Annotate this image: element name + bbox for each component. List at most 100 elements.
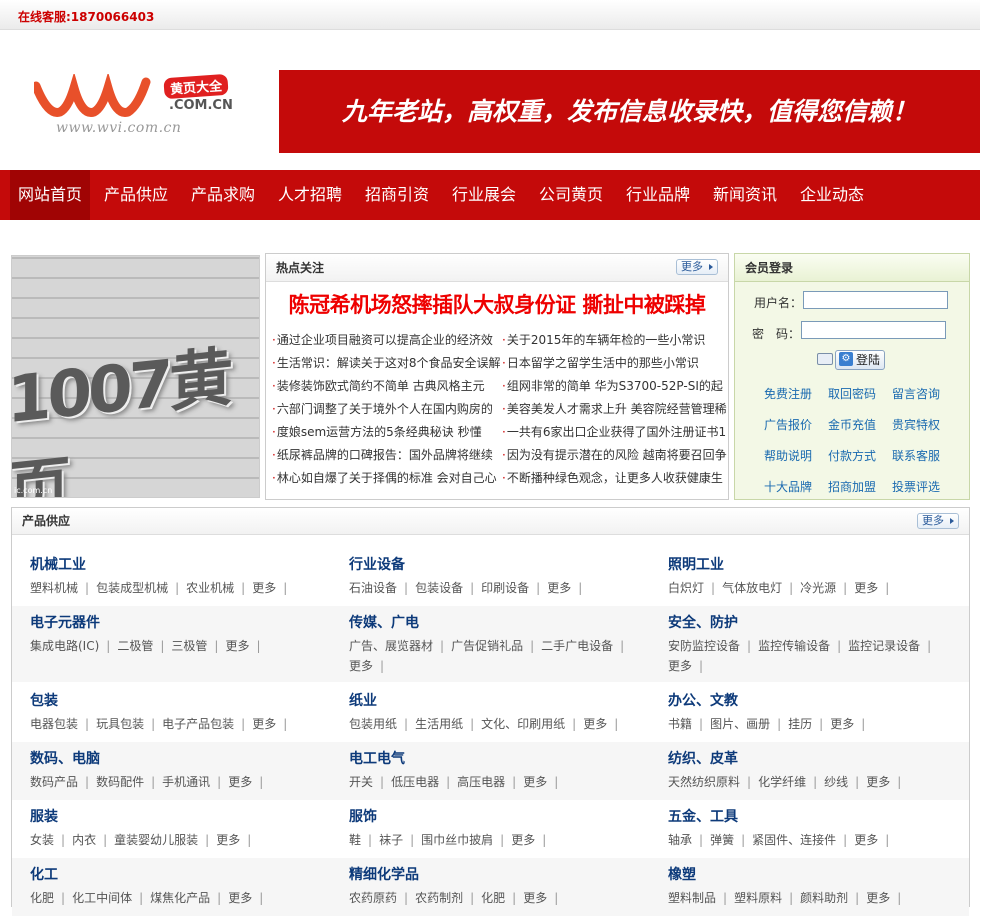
link-ad-price[interactable]: 广告报价 (764, 416, 812, 433)
subcategory-link[interactable]: 气体放电灯 (722, 578, 800, 598)
hot-more-button[interactable]: 更多 (676, 259, 718, 275)
subcategory-link[interactable]: 农药制剂 (415, 888, 481, 908)
subcategory-link[interactable]: 广告、展览器材 (349, 636, 451, 656)
subcategory-link[interactable]: 低压电器 (391, 772, 457, 792)
category-more-link[interactable]: 更多 (830, 714, 872, 734)
category-more-link[interactable]: 更多 (668, 656, 710, 676)
subcategory-link[interactable]: 二极管 (117, 636, 171, 656)
category-more-link[interactable]: 更多 (854, 830, 896, 850)
link-contact[interactable]: 联系客服 (892, 447, 940, 464)
subcategory-link[interactable]: 包装成型机械 (96, 578, 186, 598)
category-title[interactable]: 服装 (30, 806, 58, 826)
subcategory-link[interactable]: 三极管 (171, 636, 225, 656)
category-title[interactable]: 服饰 (349, 806, 377, 826)
nav-exhibitions[interactable]: 行业展会 (444, 170, 524, 220)
category-more-link[interactable]: 更多 (228, 772, 270, 792)
subcategory-link[interactable]: 内衣 (72, 830, 114, 850)
subcategory-link[interactable]: 开关 (349, 772, 391, 792)
subcategory-link[interactable]: 电器包装 (30, 714, 96, 734)
subcategory-link[interactable]: 印刷设备 (481, 578, 547, 598)
news-item[interactable]: 一共有6家出口企业获得了国外注册证书1 (502, 421, 730, 444)
subcategory-link[interactable]: 农药原药 (349, 888, 415, 908)
category-title[interactable]: 橡塑 (668, 864, 696, 884)
keyboard-icon[interactable] (817, 353, 833, 365)
category-title[interactable]: 纸业 (349, 690, 377, 710)
supply-more-button[interactable]: 更多 (917, 513, 959, 529)
nav-jobs[interactable]: 人才招聘 (270, 170, 350, 220)
category-title[interactable]: 电工电气 (349, 748, 405, 768)
subcategory-link[interactable]: 纱线 (824, 772, 866, 792)
category-more-link[interactable]: 更多 (866, 772, 908, 792)
category-title[interactable]: 机械工业 (30, 554, 86, 574)
subcategory-link[interactable]: 玩具包装 (96, 714, 162, 734)
category-title[interactable]: 数码、电脑 (30, 748, 100, 768)
news-item[interactable]: 装修装饰欧式简约不简单 古典风格主元 (272, 375, 500, 398)
headline-link[interactable]: 陈冠希机场怒摔插队大叔身份证 撕扯中被踩掉 (266, 289, 728, 319)
subcategory-link[interactable]: 监控传输设备 (758, 636, 848, 656)
link-help[interactable]: 帮助说明 (764, 447, 812, 464)
category-title[interactable]: 行业设备 (349, 554, 405, 574)
category-title[interactable]: 精细化学品 (349, 864, 419, 884)
site-logo[interactable]: 黄页大全 .COM.CN www.wvi.com.cn (31, 71, 244, 140)
news-item[interactable]: 美容美发人才需求上升 美容院经营管理稀 (502, 398, 730, 421)
category-more-link[interactable]: 更多 (523, 888, 565, 908)
category-title[interactable]: 纺织、皮革 (668, 748, 738, 768)
nav-purchase[interactable]: 产品求购 (183, 170, 263, 220)
subcategory-link[interactable]: 女装 (30, 830, 72, 850)
news-item[interactable]: 六部门调整了关于境外个人在国内购房的 (272, 398, 500, 421)
subcategory-link[interactable]: 化肥 (30, 888, 72, 908)
subcategory-link[interactable]: 塑料制品 (668, 888, 734, 908)
link-vip[interactable]: 贵宾特权 (892, 416, 940, 433)
news-item[interactable]: 纸尿裤品牌的口碑报告：国外品牌将继续 (272, 444, 500, 467)
category-title[interactable]: 安全、防护 (668, 612, 738, 632)
category-more-link[interactable]: 更多 (216, 830, 258, 850)
news-item[interactable]: 度娘sem运营方法的5条经典秘诀 秒懂 (272, 421, 500, 444)
nav-news[interactable]: 新闻资讯 (705, 170, 785, 220)
news-item[interactable]: 生活常识：解读关于这对8个食品安全误解 (272, 352, 500, 375)
link-message[interactable]: 留言咨询 (892, 385, 940, 402)
subcategory-link[interactable]: 数码配件 (96, 772, 162, 792)
subcategory-link[interactable]: 塑料原料 (734, 888, 800, 908)
subcategory-link[interactable]: 电子产品包装 (162, 714, 252, 734)
news-item[interactable]: 因为没有提示潜在的风险 越南将要召回争 (502, 444, 730, 467)
subcategory-link[interactable]: 石油设备 (349, 578, 415, 598)
nav-yellow-pages[interactable]: 公司黄页 (531, 170, 611, 220)
subcategory-link[interactable]: 化工中间体 (72, 888, 150, 908)
category-title[interactable]: 照明工业 (668, 554, 724, 574)
category-more-link[interactable]: 更多 (228, 888, 270, 908)
nav-investment[interactable]: 招商引资 (357, 170, 437, 220)
news-item[interactable]: 不断播种绿色观念，让更多人收获健康生 (502, 467, 730, 490)
subcategory-link[interactable]: 文化、印刷用纸 (481, 714, 583, 734)
category-title[interactable]: 办公、文教 (668, 690, 738, 710)
news-item[interactable]: 关于2015年的车辆年检的一些小常识 (502, 329, 730, 352)
link-register[interactable]: 免费注册 (764, 385, 812, 402)
subcategory-link[interactable]: 鞋 (349, 830, 379, 850)
subcategory-link[interactable]: 书籍 (668, 714, 710, 734)
subcategory-link[interactable]: 二手广电设备 (541, 636, 631, 656)
online-service-text[interactable]: 在线客服:1870066403 (18, 8, 154, 25)
subcategory-link[interactable]: 生活用纸 (415, 714, 481, 734)
category-title[interactable]: 传媒、广电 (349, 612, 419, 632)
subcategory-link[interactable]: 挂历 (788, 714, 830, 734)
subcategory-link[interactable]: 冷光源 (800, 578, 854, 598)
nav-brands[interactable]: 行业品牌 (618, 170, 698, 220)
news-item[interactable]: 日本留学之留学生活中的那些小常识 (502, 352, 730, 375)
subcategory-link[interactable]: 集成电路(IC) (30, 636, 117, 656)
category-more-link[interactable]: 更多 (547, 578, 589, 598)
password-input[interactable] (801, 321, 946, 339)
news-item[interactable]: 组网非常的简单 华为S3700-52P-SI的起 (502, 375, 730, 398)
news-item[interactable]: 通过企业项目融资可以提高企业的经济效 (272, 329, 500, 352)
category-more-link[interactable]: 更多 (252, 714, 294, 734)
subcategory-link[interactable]: 安防监控设备 (668, 636, 758, 656)
subcategory-link[interactable]: 手机通讯 (162, 772, 228, 792)
subcategory-link[interactable]: 化肥 (481, 888, 523, 908)
subcategory-link[interactable]: 围巾丝巾披肩 (421, 830, 511, 850)
nav-company-news[interactable]: 企业动态 (792, 170, 872, 220)
subcategory-link[interactable]: 广告促销礼品 (451, 636, 541, 656)
news-item[interactable]: 林心如自爆了关于择偶的标准 会对自己心 (272, 467, 500, 490)
category-more-link[interactable]: 更多 (583, 714, 625, 734)
subcategory-link[interactable]: 高压电器 (457, 772, 523, 792)
link-vote[interactable]: 投票评选 (892, 478, 940, 495)
category-more-link[interactable]: 更多 (866, 888, 908, 908)
link-franchise[interactable]: 招商加盟 (828, 478, 876, 495)
